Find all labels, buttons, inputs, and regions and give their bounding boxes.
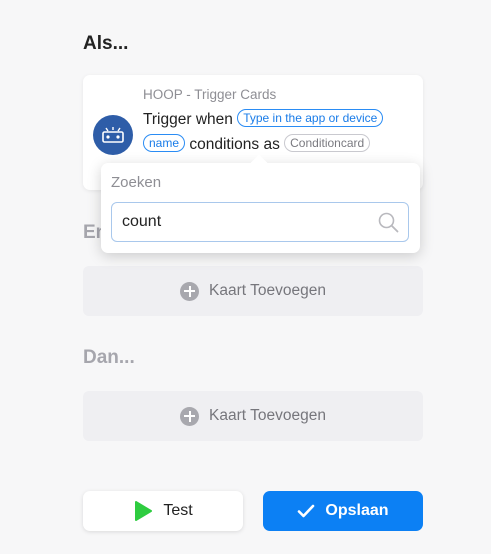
search-popover: Zoeken [101,154,420,253]
search-icon[interactable] [378,212,399,238]
card-text-middle: conditions as [189,136,285,153]
name-token[interactable]: name [143,134,186,152]
card-source-label: HOOP - Trigger Cards [143,87,277,102]
then-section-title: Dan... [83,347,135,368]
hoop-app-icon [93,115,133,155]
add-card-label: Kaart Toevoegen [209,282,326,299]
search-field[interactable] [111,202,409,242]
plus-icon [180,281,200,301]
search-label: Zoeken [111,174,162,191]
add-then-card-button[interactable]: Kaart Toevoegen [83,391,423,441]
test-button[interactable]: Test [83,491,243,531]
plus-icon [180,406,200,426]
test-label: Test [163,502,193,519]
if-section-title: Als... [83,33,129,54]
device-token[interactable]: Type in the app or device [237,109,384,127]
search-input[interactable] [112,203,392,241]
add-card-label: Kaart Toevoegen [209,407,326,424]
condition-token[interactable]: Conditioncard [284,134,371,152]
save-label: Opslaan [325,502,389,519]
save-button[interactable]: Opslaan [263,491,423,531]
checkmark-icon [298,504,315,518]
play-icon [135,501,153,521]
add-and-card-button[interactable]: Kaart Toevoegen [83,266,423,316]
card-text-before: Trigger when [143,111,238,128]
card-sentence: Trigger when Type in the app or device n… [143,107,413,157]
